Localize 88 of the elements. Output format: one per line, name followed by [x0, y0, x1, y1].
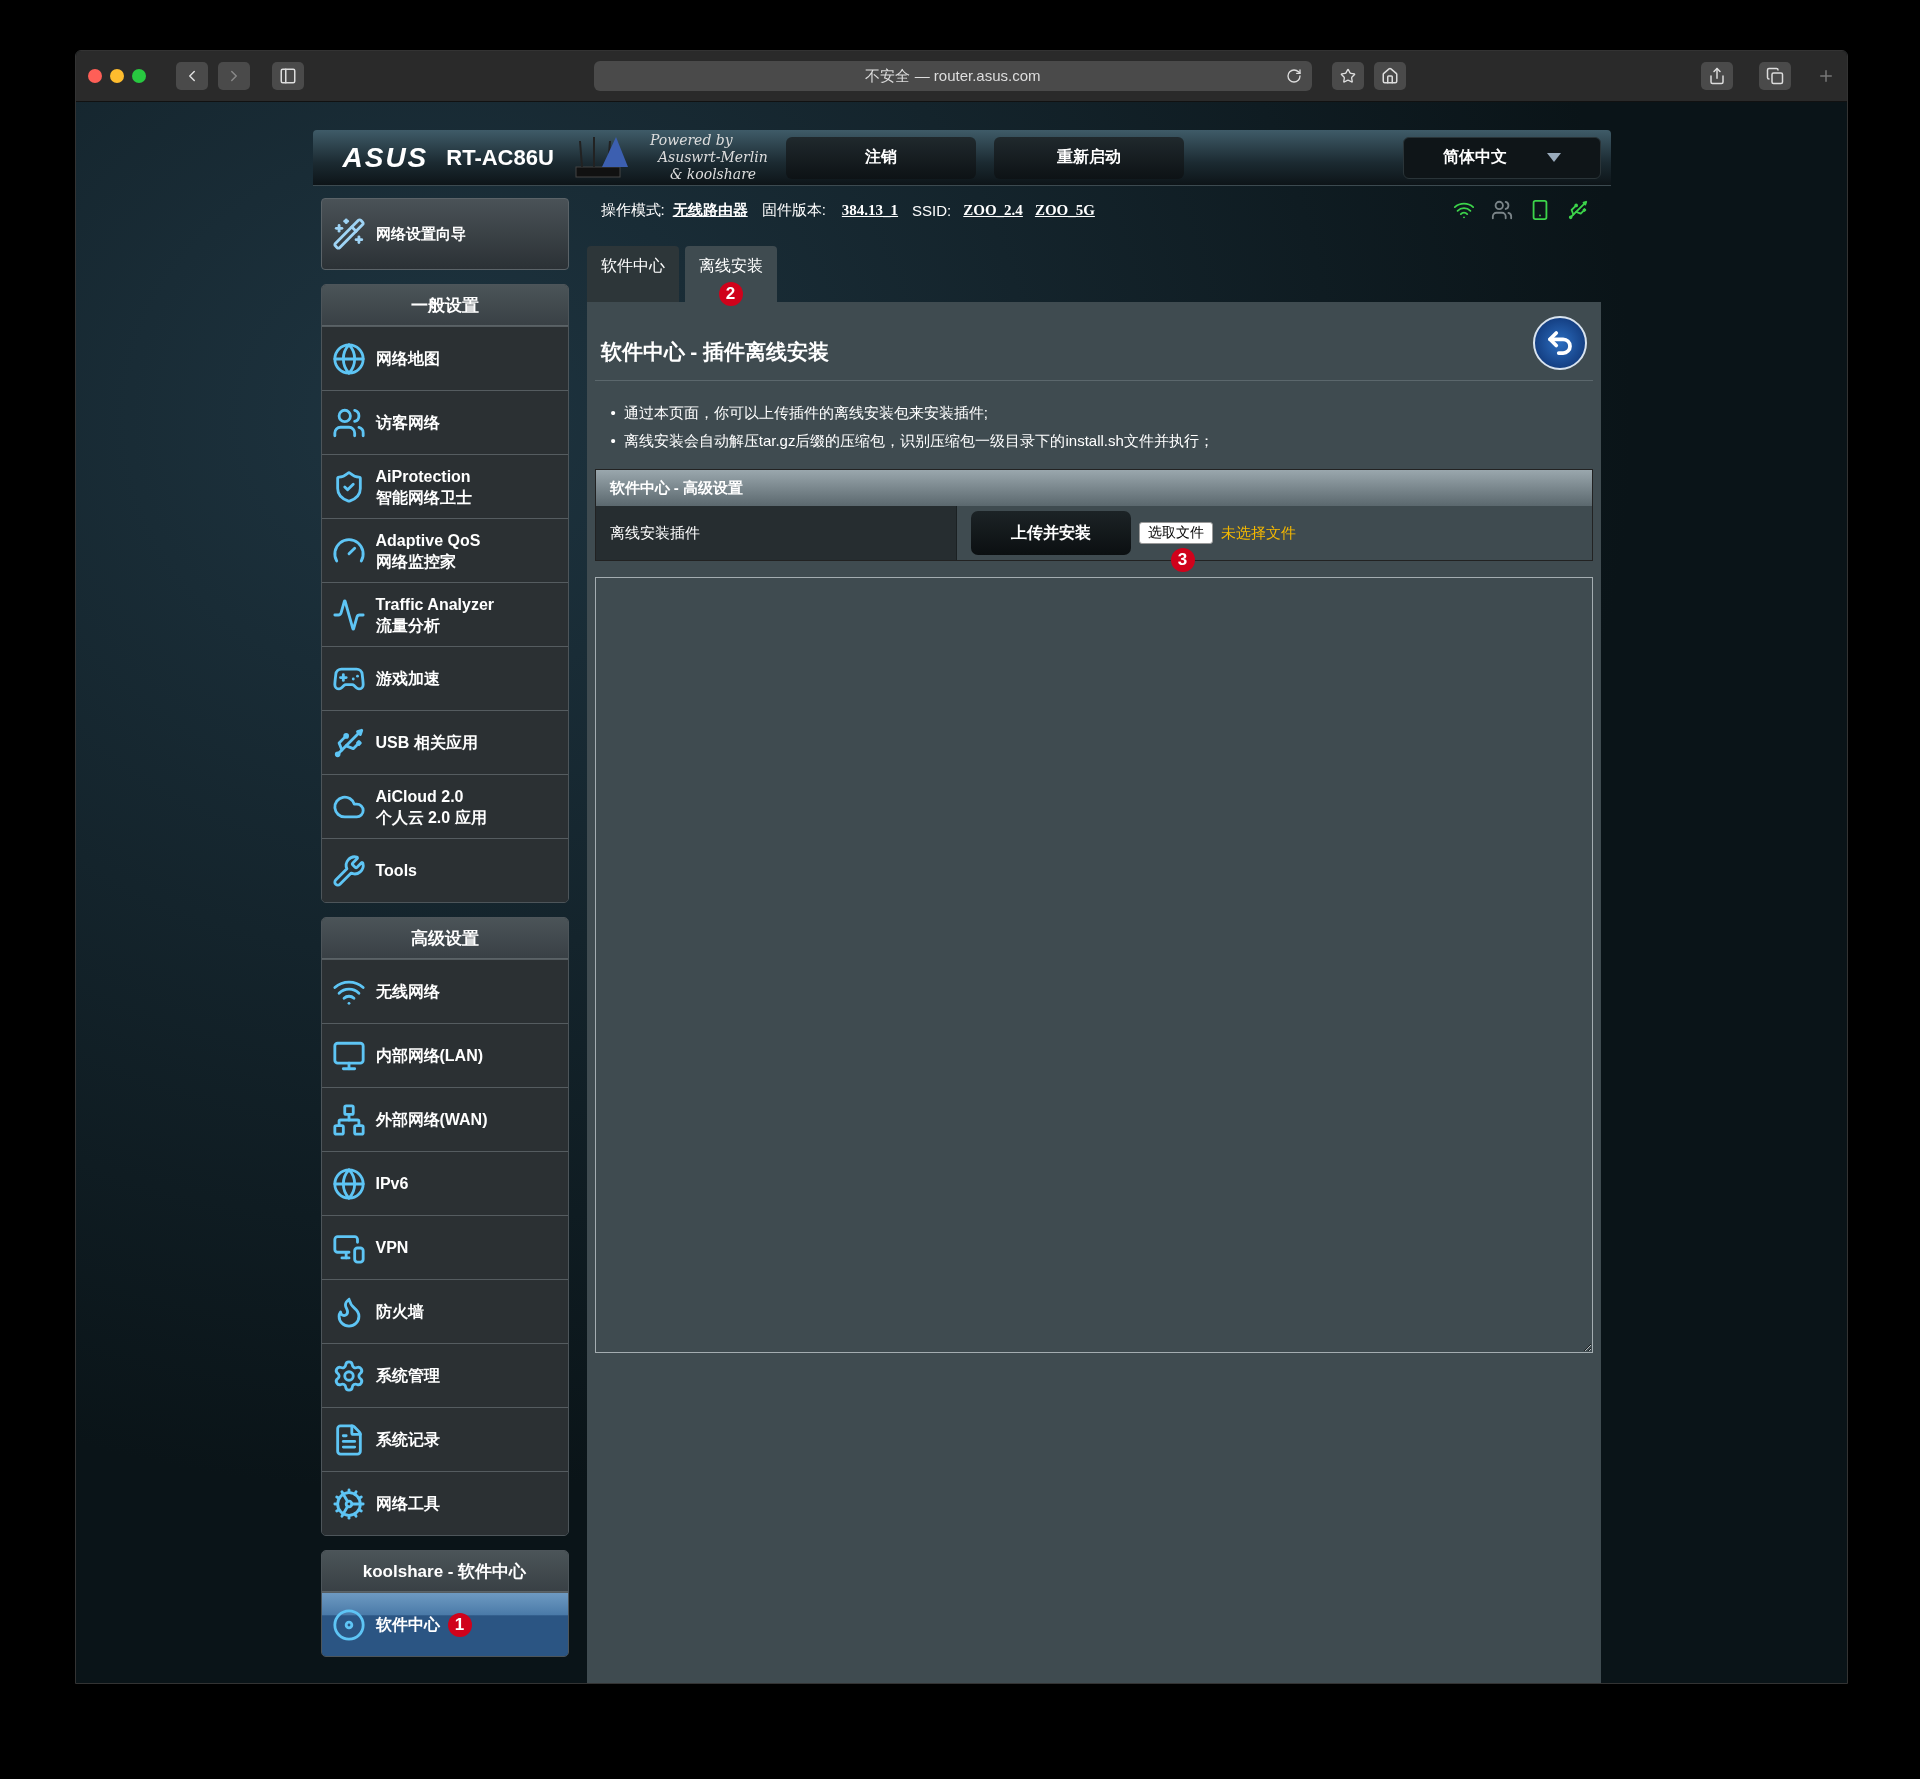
menu-item-label: 内部网络(LAN) [375, 1046, 484, 1066]
usb-icon[interactable] [1566, 199, 1589, 221]
users-icon[interactable] [1490, 199, 1513, 221]
mode-label: 操作模式: [600, 200, 665, 220]
firmware-label: 固件版本: [761, 200, 826, 220]
ssid-link[interactable]: ZOO_2.4 [963, 201, 1023, 219]
menu-item-label: 系统管理 [375, 1366, 440, 1386]
menu-item-sublabel: 流量分析 [375, 615, 441, 636]
reboot-button[interactable]: 重新启动 [993, 136, 1184, 179]
sidebar-icon [279, 67, 297, 85]
menu-item-label: 无线网络 [375, 982, 440, 1002]
mode-link[interactable]: 无线路由器 [672, 200, 748, 220]
menu-item-label: Adaptive QoS [375, 530, 481, 551]
asus-logo: ASUS [342, 141, 429, 174]
menu-section-title: 高级设置 [321, 918, 568, 959]
home-icon [1381, 67, 1399, 85]
menu-item-label: AiProtection [375, 466, 472, 487]
info-note: 离线安装会自动解压tar.gz后缀的压缩包，识别压缩包一级目录下的install.sh文件并执行； [623, 431, 1214, 451]
powered-by-text: Asuswrt-Merlin [656, 149, 768, 166]
wand-icon [331, 217, 366, 251]
language-select[interactable]: 简体中文 [1402, 136, 1601, 179]
menu-item-label: USB 相关应用 [375, 733, 478, 753]
bookmark-button[interactable] [1332, 62, 1364, 90]
step-badge: 3 [1170, 548, 1195, 572]
logout-button[interactable]: 注销 [785, 136, 976, 179]
setup-wizard-button[interactable]: 网络设置向导 [320, 198, 569, 270]
network-icon [331, 1102, 366, 1137]
forward-button[interactable] [218, 62, 250, 90]
menu-section-title: koolshare - 软件中心 [321, 1551, 568, 1592]
table-header: 软件中心 - 高级设置 [595, 470, 1592, 506]
reload-icon[interactable] [1286, 68, 1302, 84]
minimize-dot[interactable] [110, 69, 124, 83]
menu-item-label: 外部网络(WAN) [375, 1110, 488, 1130]
tabs-icon [1766, 67, 1784, 85]
step-badge: 1 [447, 1612, 472, 1637]
menu-item-sublabel: 智能网络卫士 [375, 487, 472, 508]
menu-item-sublabel: 网络监控家 [375, 551, 457, 572]
upload-install-button[interactable]: 上传并安装 [970, 511, 1131, 555]
ssid-link[interactable]: ZOO_5G [1034, 201, 1095, 219]
step-badge: 2 [718, 282, 743, 306]
menu-item[interactable]: 软件中心 1 [321, 1592, 568, 1656]
file-status-text: 未选择文件 [1220, 523, 1296, 543]
bullet-marker: • [610, 403, 616, 423]
wrench-icon [331, 853, 366, 888]
zoom-dot[interactable] [132, 69, 146, 83]
menu-item-label: 访客网络 [375, 413, 440, 433]
menu-item-label: 网络工具 [375, 1494, 440, 1514]
gear-icon [331, 1486, 366, 1521]
menu-item-label: 软件中心 [375, 1615, 440, 1635]
globe-icon [331, 341, 366, 376]
menu-item-label: VPN [375, 1238, 409, 1258]
menu-item-label: 系统记录 [375, 1430, 440, 1450]
sidebar-button[interactable] [272, 62, 304, 90]
pulse-icon [331, 597, 366, 632]
ssid-label: SSID: [912, 201, 952, 219]
menu-item-label: IPv6 [375, 1174, 409, 1194]
menu-item-label: 游戏加速 [375, 669, 440, 689]
globe-icon [331, 1166, 366, 1201]
menu-item-label: 防火墙 [375, 1302, 424, 1322]
tab[interactable]: 软件中心 [586, 246, 679, 302]
bullet-marker: • [610, 431, 616, 451]
caret-icon [1546, 152, 1561, 163]
share-button[interactable] [1701, 62, 1733, 90]
close-dot[interactable] [88, 69, 102, 83]
model-name: RT-AC86U [446, 144, 554, 171]
home-button[interactable] [1374, 62, 1406, 90]
tabs-button[interactable] [1759, 62, 1791, 90]
back-button[interactable] [1532, 316, 1587, 370]
firmware-link[interactable]: 384.13_1 [841, 201, 899, 219]
menu-item-label: AiCloud 2.0 [375, 786, 465, 807]
menu-item-label: Traffic Analyzer [375, 594, 495, 615]
choose-file-button[interactable]: 选取文件 [1138, 522, 1213, 544]
star-icon [1340, 68, 1356, 84]
menu-item[interactable]: 网络工具 [321, 1471, 568, 1535]
back-button[interactable] [176, 62, 208, 90]
menu-section-title: 一般设置 [321, 285, 568, 326]
menu-item[interactable]: Tools [321, 838, 568, 902]
row-label: 离线安装插件 [595, 506, 957, 560]
powered-by-text: Powered by [649, 132, 734, 149]
new-tab-icon[interactable] [1817, 67, 1835, 85]
powered-by-text: & koolshare [668, 166, 758, 183]
menu-item-label: Tools [375, 861, 417, 881]
menu-item-label: 网络地图 [375, 349, 440, 369]
page-title: 软件中心 - 插件离线安装 [600, 339, 830, 365]
menu-item-sublabel: 个人云 2.0 应用 [375, 807, 487, 828]
info-note: 通过本页面，你可以上传插件的离线安装包来安装插件; [623, 403, 988, 423]
address-bar[interactable]: 不安全 — router.asus.com [594, 61, 1312, 91]
share-icon [1708, 67, 1726, 85]
